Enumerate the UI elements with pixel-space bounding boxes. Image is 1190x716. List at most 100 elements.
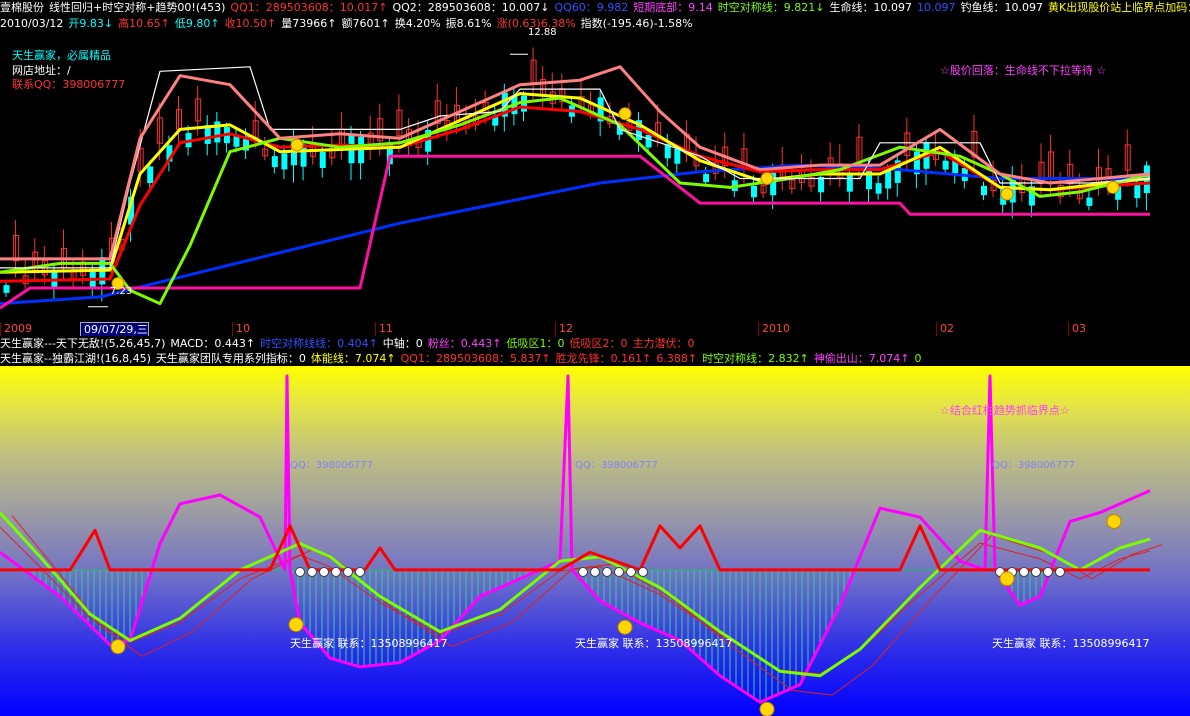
ind2-item-0: 天生赢家--独霸江湖!(16,8,45) [0, 352, 151, 365]
osc-series-0 [0, 374, 1151, 704]
header-item-1: 线性回归+时空对称+趋势00!(453) [49, 1, 226, 14]
axis-label-7: 03 [1068, 322, 1086, 336]
header-item-0: 壹棉股份 [0, 1, 44, 14]
candle-body-0 [3, 285, 10, 293]
candle-body-85 [818, 177, 825, 193]
oscillator-chart[interactable] [0, 366, 1190, 716]
header-item-10: 黄K出现股价站上临界点加码：9.8↓ [1047, 1, 1190, 14]
osc-smiley-3 [759, 701, 775, 716]
candle-body-33 [319, 151, 326, 168]
quote-bar: 2010/03/12 开9.83↓ 高10.65↑ 低9.80↑ 收10.50↑ 量739… [0, 16, 1190, 32]
ind1-item-7: 主力潜伏：0 [632, 337, 695, 350]
quote-item-3: 低9.80↑ [174, 17, 220, 30]
signal-dot-1-0 [578, 566, 588, 577]
header-item-6: 时空对称线：9.821↓ [717, 1, 825, 14]
price-series-0 [0, 163, 1150, 306]
ind2-item-5: 6.388↑ [656, 352, 698, 365]
price-smiley-4 [1000, 187, 1014, 201]
signal-dot-0-3 [331, 566, 341, 577]
indicator2-bar: 天生赢家--独霸江湖!(16,8,45) 天生赢家团队专用系列指标：0 体能线：7.… [0, 351, 1190, 366]
ind1-item-5: 低吸区1：0 [506, 337, 565, 350]
ind1-item-4: 粉丝：0.443↑ [427, 337, 502, 350]
quote-item-0: 2010/03/12 [0, 17, 64, 30]
signal-dot-1-4 [626, 566, 636, 577]
axis-label-0: 2009 [0, 322, 32, 336]
osc-smiley-4 [999, 571, 1015, 587]
candle-body-28 [271, 156, 278, 168]
signal-dot-0-1 [307, 566, 317, 577]
osc-smiley-2 [617, 619, 633, 635]
qq-mark-2: QQ：398006777 [575, 460, 659, 471]
qq-mark-3: QQ：398006777 [992, 460, 1076, 471]
candle-body-73 [703, 173, 710, 183]
contact-3: 天生赢家 联系：13508996417 [992, 637, 1150, 650]
contact-2: 天生赢家 联系：13508996417 [575, 637, 733, 650]
quote-item-2: 高10.65↑ [118, 17, 170, 30]
ind1-item-3: 中轴：0 [382, 337, 423, 350]
quote-item-10: 指数(-195.46)-1.58% [580, 17, 693, 30]
ind1-item-6: 低吸区2：0 [569, 337, 628, 350]
candle-body-15 [147, 166, 154, 184]
ind1-item-2: 时空对称线线：0.404↑ [260, 337, 378, 350]
quote-item-8: 振8.61% [445, 17, 492, 30]
osc-series-1 [0, 511, 1151, 678]
signal-dot-2-4 [1043, 566, 1053, 577]
candle-body-78 [751, 185, 757, 198]
signal-dot-1-1 [590, 566, 600, 577]
main-tip: ☆股价回落：生命线不下拉等待 ☆ [940, 64, 1107, 77]
ind2-item-4: 胜龙先锋：0.161↑ [555, 352, 652, 365]
axis-label-2: 10 [232, 322, 250, 336]
header-bar: 壹棉股份 线性回归+时空对称+趋势00!(453) QQ1：289503608：10… [0, 0, 1190, 16]
osc-smiley-5 [1106, 513, 1122, 529]
ind2-item-7: 神偷出山：7.074↑ [813, 352, 910, 365]
price-series-2 [0, 105, 1151, 283]
osc-smiley-0 [110, 639, 126, 655]
ind2-item-8: 0 [914, 352, 922, 365]
osc-smiley-1 [288, 617, 304, 633]
quote-item-5: 量73966↑ [281, 17, 337, 30]
contact-1: 天生赢家 联系：13508996417 [290, 637, 448, 650]
axis-label-6: 02 [936, 322, 954, 336]
oscillator-panel[interactable]: ☆结合红柱趋势抓临界点☆ QQ：398006777 QQ：398006777 Q… [0, 366, 1190, 716]
high-price-label: 12.88 [528, 27, 557, 38]
low-price-label: 7.23 [110, 286, 133, 297]
candle-body-92 [885, 170, 892, 189]
header-item-4: QQ60：9.982 [554, 1, 629, 14]
candle-body-70 [674, 148, 681, 164]
candle-body-29 [281, 153, 288, 170]
price-smiley-2 [618, 107, 632, 121]
signal-dot-0-4 [343, 566, 353, 577]
time-axis: 2009 09/07/29,三 10 11 12 2010 02 03 [0, 322, 1190, 338]
quote-item-4: 收10.50↑ [224, 17, 277, 30]
signal-dot-0-5 [355, 566, 365, 577]
brand-note: 天生赢家，必属精品 [12, 49, 111, 62]
header-item-5: 短期底部：9.14 [633, 1, 713, 14]
signal-dot-1-3 [614, 566, 624, 577]
candle-body-67 [645, 134, 652, 148]
signal-dot-1-5 [638, 566, 648, 577]
candle-body-88 [846, 175, 853, 192]
ind2-item-2: 体能线：7.074↑ [310, 352, 396, 365]
ind1-item-1: MACD：0.443↑ [170, 337, 256, 350]
signal-dot-2-5 [1055, 566, 1065, 577]
header-item-7: 生命线：10.097 [829, 1, 912, 14]
sub-tip: ☆结合红柱趋势抓临界点☆ [940, 404, 1070, 417]
price-series-4 [0, 96, 1151, 306]
candle-body-102 [981, 185, 987, 196]
header-item-2: QQ1：289503608：10.017↑ [230, 1, 388, 14]
signal-dot-2-3 [1031, 566, 1041, 577]
price-series-3 [0, 92, 1151, 274]
ind2-item-6: 时空对称线：2.832↑ [702, 352, 809, 365]
indicator1-bar: 天生赢家---天下无敌!(5,26,45,7) MACD：0.443↑ 时空对称线线… [0, 336, 1190, 351]
price-smiley-5 [1106, 180, 1120, 194]
signal-dot-1-2 [602, 566, 612, 577]
axis-label-5: 2010 [758, 322, 790, 336]
axis-label-4: 12 [555, 322, 573, 336]
quote-item-7: 换4.20% [394, 17, 441, 30]
header-item-9: 钓鱼线：10.097 [960, 1, 1043, 14]
header-item-3: QQ2：289503608：10.007↓ [392, 1, 550, 14]
ind2-item-3: QQ1：289503608：5.837↑ [400, 352, 551, 365]
candle-body-26 [252, 120, 259, 138]
signal-dot-0-2 [319, 566, 329, 577]
qq-note: 联系QQ：398006777 [12, 78, 126, 91]
